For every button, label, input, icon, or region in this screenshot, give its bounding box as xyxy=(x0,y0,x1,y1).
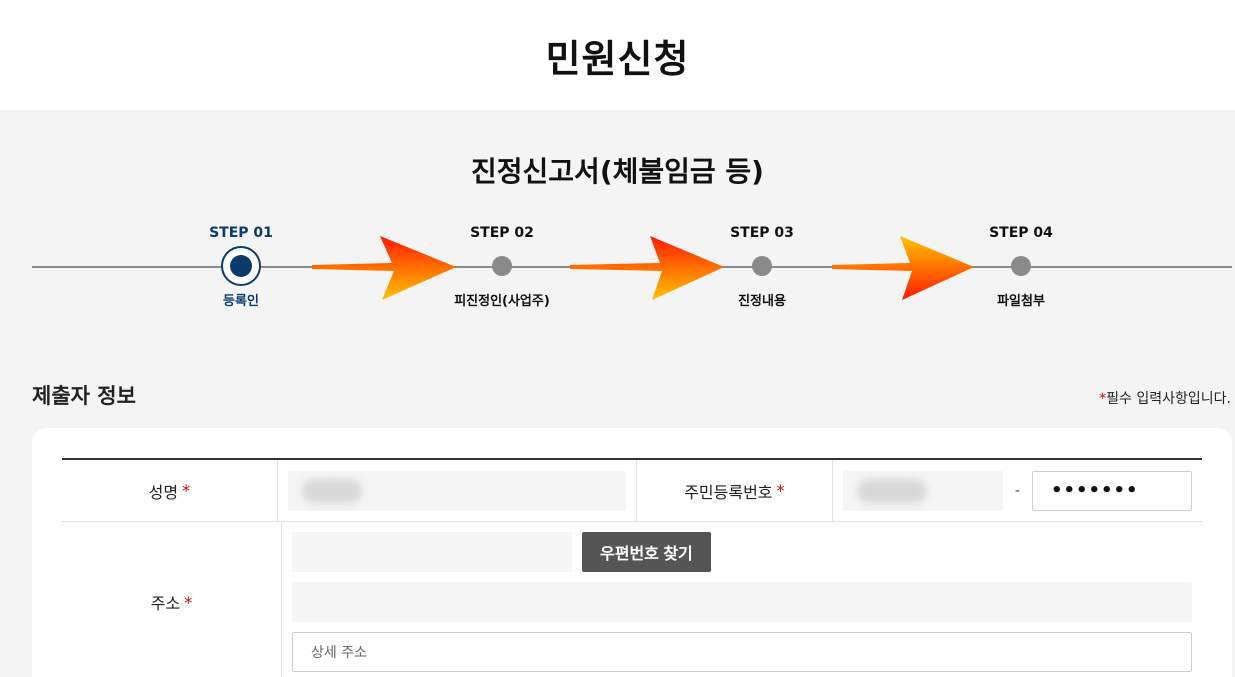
step-dot-icon xyxy=(492,256,512,276)
step-arrow-icon xyxy=(312,236,456,300)
address-label-text: 주소 xyxy=(150,594,181,613)
required-note-text: 필수 입력사항입니다. xyxy=(1106,391,1231,407)
step-01: STEP 01 등록인 xyxy=(161,220,321,309)
step-arrow-icon xyxy=(832,236,974,300)
rrn-dash: - xyxy=(1014,482,1020,499)
step-dot-icon xyxy=(752,256,772,276)
rrn-cell: - ••••••• xyxy=(833,460,1202,521)
submitter-info-table: 성명 * 주민등록번호 * - ••••••• 주소 * 우편번호 찾기 상세 … xyxy=(62,458,1202,677)
name-label: 성명 * xyxy=(62,460,278,521)
required-note: *필수 입력사항입니다. xyxy=(1099,388,1231,408)
step-active-dot-icon xyxy=(221,246,261,286)
section-title: 제출자 정보 xyxy=(32,384,136,408)
step-dot-icon xyxy=(1011,256,1031,276)
rrn-label-text: 주민등록번호 xyxy=(684,482,773,502)
form-title: 진정신고서(체불임금 등) xyxy=(471,155,764,188)
rrn-label: 주민등록번호 * xyxy=(637,460,833,521)
rrn-back-input[interactable]: ••••••• xyxy=(1032,470,1192,511)
address-detail-input[interactable]: 상세 주소 xyxy=(292,632,1192,672)
address-cell: 우편번호 찾기 상세 주소 xyxy=(282,522,1202,677)
progress-stepper: STEP 01 등록인 STEP 02 피진정인(사업주) STEP 03 진정… xyxy=(0,220,1235,330)
table-row: 성명 * 주민등록번호 * - ••••••• xyxy=(62,460,1202,522)
name-cell xyxy=(278,460,637,521)
required-star: * xyxy=(776,481,785,500)
rrn-back-masked: ••••••• xyxy=(1051,480,1139,501)
name-field[interactable] xyxy=(287,470,626,511)
blurred-rrn xyxy=(856,478,927,503)
step-label: STEP 01 xyxy=(209,225,273,241)
name-label-text: 성명 xyxy=(148,482,179,502)
step-name: 등록인 xyxy=(223,294,259,309)
page-title: 민원신청 xyxy=(0,0,1235,110)
required-star: * xyxy=(184,592,193,612)
address-label: 주소 * xyxy=(62,522,282,677)
address-field[interactable] xyxy=(292,582,1192,622)
table-row: 주소 * 우편번호 찾기 상세 주소 xyxy=(62,522,1202,677)
rrn-front-field[interactable] xyxy=(842,470,1003,511)
blurred-name xyxy=(301,478,362,503)
required-star: * xyxy=(182,481,191,500)
submitter-info-card: 성명 * 주민등록번호 * - ••••••• 주소 * 우편번호 찾기 상세 … xyxy=(32,428,1232,677)
zipcode-search-button[interactable]: 우편번호 찾기 xyxy=(582,532,711,572)
step-arrow-icon xyxy=(570,236,724,300)
address-detail-placeholder: 상세 주소 xyxy=(311,645,367,661)
zipcode-field[interactable] xyxy=(292,532,572,572)
